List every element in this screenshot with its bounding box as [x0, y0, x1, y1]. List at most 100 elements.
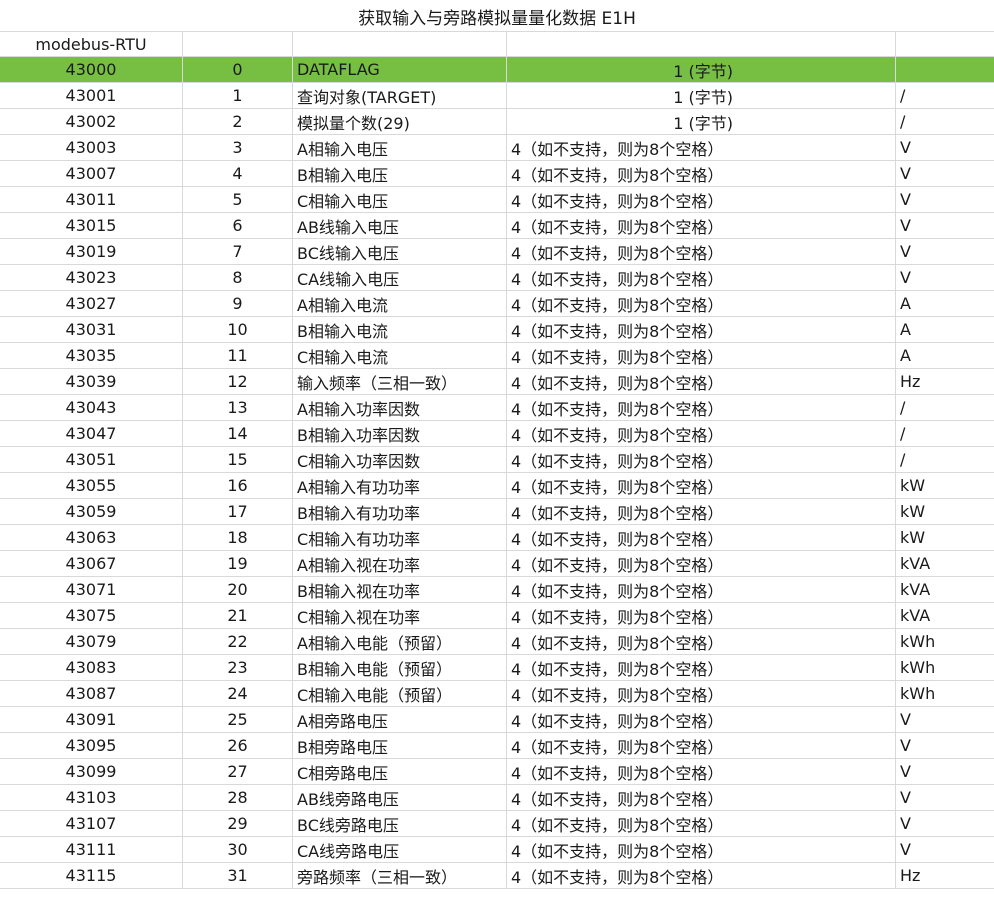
cell-index[interactable]: 9	[183, 291, 293, 316]
cell-address[interactable]: 43059	[0, 499, 183, 524]
cell-address[interactable]: 43001	[0, 83, 183, 108]
cell-length[interactable]: 4（如不支持，则为8个空格）	[507, 707, 896, 732]
cell-index[interactable]: 18	[183, 525, 293, 550]
cell-unit[interactable]: kVA	[896, 551, 994, 576]
cell-address[interactable]: 43087	[0, 681, 183, 706]
cell-address[interactable]: 43075	[0, 603, 183, 628]
cell-unit[interactable]: V	[896, 811, 994, 836]
cell-name[interactable]: AB线输入电压	[293, 213, 507, 238]
cell-address[interactable]: 43047	[0, 421, 183, 446]
cell-unit[interactable]: /	[896, 421, 994, 446]
cell-index[interactable]: 5	[183, 187, 293, 212]
cell-name[interactable]: 模拟量个数(29)	[293, 109, 507, 134]
cell-address[interactable]: 43000	[0, 57, 183, 82]
cell-name[interactable]: 旁路频率（三相一致）	[293, 863, 507, 888]
cell-index[interactable]: 8	[183, 265, 293, 290]
header-label[interactable]: modebus-RTU	[0, 32, 183, 56]
cell-unit[interactable]: kW	[896, 473, 994, 498]
cell-unit[interactable]: A	[896, 291, 994, 316]
cell-index[interactable]: 6	[183, 213, 293, 238]
cell-address[interactable]: 43011	[0, 187, 183, 212]
cell-name[interactable]: A相输入电能（预留）	[293, 629, 507, 654]
cell-unit[interactable]	[896, 57, 994, 82]
cell-index[interactable]: 31	[183, 863, 293, 888]
cell-length[interactable]: 4（如不支持，则为8个空格）	[507, 863, 896, 888]
cell-name[interactable]: CA线旁路电压	[293, 837, 507, 862]
cell-unit[interactable]: V	[896, 239, 994, 264]
cell-length[interactable]: 4（如不支持，则为8个空格）	[507, 759, 896, 784]
cell-address[interactable]: 43031	[0, 317, 183, 342]
cell-length[interactable]: 4（如不支持，则为8个空格）	[507, 603, 896, 628]
cell-name[interactable]: A相输入功率因数	[293, 395, 507, 420]
cell-name[interactable]: B相输入视在功率	[293, 577, 507, 602]
cell-length[interactable]: 4（如不支持，则为8个空格）	[507, 655, 896, 680]
cell-address[interactable]: 43035	[0, 343, 183, 368]
cell-index[interactable]: 29	[183, 811, 293, 836]
cell-unit[interactable]: V	[896, 213, 994, 238]
cell-index[interactable]: 10	[183, 317, 293, 342]
cell-unit[interactable]: kVA	[896, 603, 994, 628]
cell-index[interactable]: 17	[183, 499, 293, 524]
cell-unit[interactable]: V	[896, 161, 994, 186]
cell-length[interactable]: 1 (字节)	[507, 57, 896, 82]
cell-name[interactable]: B相旁路电压	[293, 733, 507, 758]
cell-length[interactable]: 4（如不支持，则为8个空格）	[507, 837, 896, 862]
cell-unit[interactable]: /	[896, 395, 994, 420]
cell-index[interactable]: 25	[183, 707, 293, 732]
cell-name[interactable]: BC线输入电压	[293, 239, 507, 264]
cell-index[interactable]: 0	[183, 57, 293, 82]
header-cell-d[interactable]	[507, 32, 896, 56]
cell-name[interactable]: A相输入电流	[293, 291, 507, 316]
cell-unit[interactable]: A	[896, 343, 994, 368]
cell-index[interactable]: 7	[183, 239, 293, 264]
cell-length[interactable]: 4（如不支持，则为8个空格）	[507, 369, 896, 394]
cell-index[interactable]: 22	[183, 629, 293, 654]
cell-name[interactable]: C相输入有功功率	[293, 525, 507, 550]
cell-unit[interactable]: kW	[896, 525, 994, 550]
cell-length[interactable]: 4（如不支持，则为8个空格）	[507, 473, 896, 498]
cell-unit[interactable]: V	[896, 759, 994, 784]
cell-length[interactable]: 4（如不支持，则为8个空格）	[507, 135, 896, 160]
cell-name[interactable]: B相输入功率因数	[293, 421, 507, 446]
cell-length[interactable]: 4（如不支持，则为8个空格）	[507, 499, 896, 524]
cell-unit[interactable]: kWh	[896, 655, 994, 680]
cell-name[interactable]: B相输入有功功率	[293, 499, 507, 524]
cell-length[interactable]: 4（如不支持，则为8个空格）	[507, 239, 896, 264]
cell-name[interactable]: 输入频率（三相一致）	[293, 369, 507, 394]
cell-name[interactable]: A相输入视在功率	[293, 551, 507, 576]
cell-length[interactable]: 4（如不支持，则为8个空格）	[507, 551, 896, 576]
cell-length[interactable]: 4（如不支持，则为8个空格）	[507, 447, 896, 472]
cell-index[interactable]: 2	[183, 109, 293, 134]
cell-length[interactable]: 4（如不支持，则为8个空格）	[507, 265, 896, 290]
cell-length[interactable]: 4（如不支持，则为8个空格）	[507, 525, 896, 550]
cell-address[interactable]: 43055	[0, 473, 183, 498]
cell-index[interactable]: 24	[183, 681, 293, 706]
cell-name[interactable]: A相输入电压	[293, 135, 507, 160]
cell-length[interactable]: 4（如不支持，则为8个空格）	[507, 681, 896, 706]
cell-address[interactable]: 43111	[0, 837, 183, 862]
cell-length[interactable]: 4（如不支持，则为8个空格）	[507, 811, 896, 836]
cell-name[interactable]: B相输入电压	[293, 161, 507, 186]
header-cell-b[interactable]	[183, 32, 293, 56]
cell-address[interactable]: 43007	[0, 161, 183, 186]
cell-name[interactable]: C相旁路电压	[293, 759, 507, 784]
cell-unit[interactable]: V	[896, 135, 994, 160]
cell-name[interactable]: C相输入电能（预留）	[293, 681, 507, 706]
cell-unit[interactable]: Hz	[896, 369, 994, 394]
cell-length[interactable]: 4（如不支持，则为8个空格）	[507, 629, 896, 654]
cell-index[interactable]: 11	[183, 343, 293, 368]
cell-index[interactable]: 26	[183, 733, 293, 758]
cell-index[interactable]: 23	[183, 655, 293, 680]
cell-length[interactable]: 4（如不支持，则为8个空格）	[507, 291, 896, 316]
cell-length[interactable]: 4（如不支持，则为8个空格）	[507, 577, 896, 602]
cell-index[interactable]: 12	[183, 369, 293, 394]
cell-unit[interactable]: kW	[896, 499, 994, 524]
cell-length[interactable]: 4（如不支持，则为8个空格）	[507, 733, 896, 758]
cell-address[interactable]: 43027	[0, 291, 183, 316]
cell-name[interactable]: AB线旁路电压	[293, 785, 507, 810]
cell-unit[interactable]: V	[896, 265, 994, 290]
cell-address[interactable]: 43083	[0, 655, 183, 680]
cell-address[interactable]: 43095	[0, 733, 183, 758]
cell-unit[interactable]: V	[896, 733, 994, 758]
cell-index[interactable]: 16	[183, 473, 293, 498]
